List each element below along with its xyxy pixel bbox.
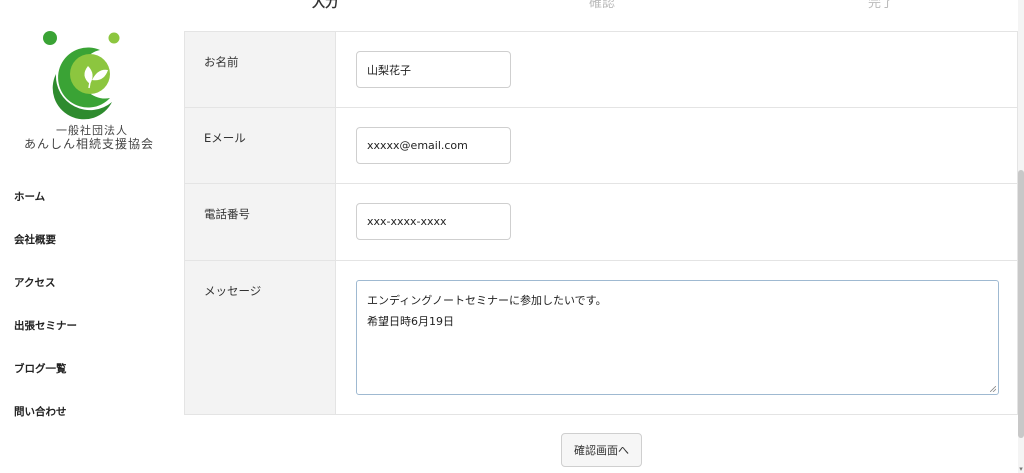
phone-label: 電話番号 xyxy=(185,184,336,260)
email-input[interactable]: xxxxx@email.com xyxy=(356,127,511,164)
step-confirm: 確認 xyxy=(589,0,616,11)
organization-name: あんしん相続支援協会 xyxy=(23,137,154,151)
sidebar-nav: ホーム 会社概要 アクセス 出張セミナー ブログ一覧 問い合わせ xyxy=(14,189,77,447)
name-label: お名前 xyxy=(185,32,336,107)
email-label: Eメール xyxy=(185,108,336,183)
contact-form: お名前 山梨花子 Eメール xxxxx@email.com 電話番号 xxx-x… xyxy=(184,31,1018,415)
name-input[interactable]: 山梨花子 xyxy=(356,51,511,88)
nav-item-home[interactable]: ホーム xyxy=(14,189,77,232)
nav-item-company[interactable]: 会社概要 xyxy=(14,232,77,275)
message-line-1: エンディングノートセミナーに参加したいです。 xyxy=(367,294,607,307)
message-textarea[interactable]: エンディングノートセミナーに参加したいです。 希望日時6月19日 xyxy=(356,280,999,395)
message-label: メッセージ xyxy=(185,261,336,414)
organization-logo[interactable] xyxy=(42,30,134,122)
message-line-2: 希望日時6月19日 xyxy=(367,315,454,328)
step-input: 入力 xyxy=(312,0,339,11)
scroll-down-arrow-icon[interactable]: ▾ xyxy=(1018,465,1024,473)
resize-grip-icon[interactable] xyxy=(990,386,996,392)
nav-item-blog[interactable]: ブログ一覧 xyxy=(14,361,77,404)
step-indicator: 入力 確認 完了 xyxy=(184,0,1018,11)
nav-item-contact[interactable]: 問い合わせ xyxy=(14,404,77,447)
scrollbar-thumb[interactable] xyxy=(1018,170,1024,438)
form-row-name: お名前 山梨花子 xyxy=(185,32,1017,108)
scrollbar[interactable]: ▾ xyxy=(1018,0,1024,473)
nav-item-access[interactable]: アクセス xyxy=(14,275,77,318)
form-row-message: メッセージ エンディングノートセミナーに参加したいです。 希望日時6月19日 xyxy=(185,261,1017,414)
step-complete: 完了 xyxy=(868,0,895,11)
form-row-email: Eメール xxxxx@email.com xyxy=(185,108,1017,184)
sidebar: 一般社団法人 あんしん相続支援協会 ホーム 会社概要 アクセス 出張セミナー ブ… xyxy=(0,0,184,473)
phone-input[interactable]: xxx-xxxx-xxxx xyxy=(356,203,511,240)
form-row-phone: 電話番号 xxx-xxxx-xxxx xyxy=(185,184,1017,261)
nav-item-seminar[interactable]: 出張セミナー xyxy=(14,318,77,361)
leaf-logo-icon xyxy=(43,31,120,120)
confirm-button[interactable]: 確認画面へ xyxy=(561,433,642,467)
